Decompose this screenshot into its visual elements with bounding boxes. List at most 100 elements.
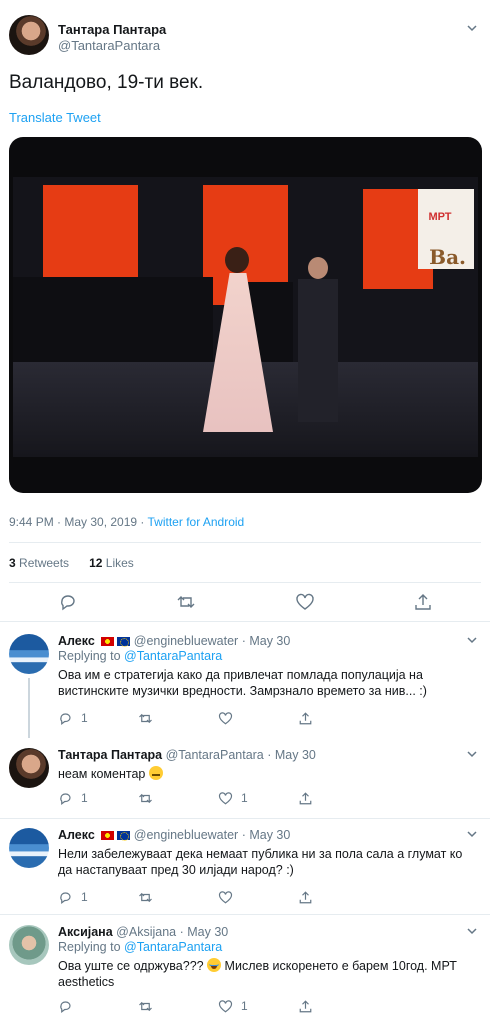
channel-logo: МРТ Ва.	[418, 189, 474, 269]
reply-author-name[interactable]: Аксијана	[58, 925, 113, 939]
thread-line	[28, 678, 30, 738]
reply-icon[interactable]	[58, 592, 78, 612]
translate-tweet-link[interactable]: Translate Tweet	[9, 110, 101, 125]
neutral-face-emoji-icon	[148, 766, 163, 780]
tweet-action-bar	[0, 592, 490, 614]
reply-author-handle[interactable]: @Aksijana	[116, 925, 176, 939]
tweet-text: Валандово, 19-ти век.	[9, 72, 204, 93]
reply-author-handle[interactable]: @TantaraPantara	[166, 748, 264, 762]
tweet-stats: 3 Retweets 12 Likes	[9, 556, 134, 570]
reply-date[interactable]: · May 30	[267, 748, 316, 762]
reply-text: Ова уште се одржува??? Мислев искоренето…	[58, 958, 457, 989]
reply-date[interactable]: · May 30	[242, 634, 291, 648]
reply-actions: 1	[58, 710, 358, 726]
reply-date[interactable]: · May 30	[180, 925, 229, 939]
share-icon	[299, 890, 312, 903]
tweet-header: Тантара Пантара @TantaraPantara	[0, 0, 490, 60]
divider	[9, 542, 481, 543]
reply-icon	[60, 712, 71, 725]
reply-icon	[60, 792, 71, 805]
reply-author-name[interactable]: Алекс	[58, 828, 95, 842]
chevron-down-icon[interactable]	[466, 925, 478, 937]
retweet-icon	[139, 793, 152, 803]
reply-actions: 1	[58, 889, 358, 905]
like-button[interactable]	[218, 710, 233, 726]
reply-author-line: Тантара Пантара @TantaraPantara · May 30	[58, 748, 316, 762]
share-icon	[299, 711, 312, 724]
eu-flag-icon	[117, 831, 131, 841]
mention-link[interactable]: @TantaraPantara	[124, 940, 222, 954]
tears-of-joy-emoji-icon	[207, 958, 222, 972]
like-icon	[218, 890, 233, 903]
share-button[interactable]	[298, 710, 313, 726]
chevron-down-icon[interactable]	[466, 748, 478, 760]
reply-tweet[interactable]: Алекс @enginebluewater · May 30 Нели заб…	[0, 828, 490, 910]
replying-to: Replying to @TantaraPantara	[58, 649, 223, 663]
tweet-photo[interactable]: МРТ Ва.	[9, 137, 482, 493]
reply-author-name[interactable]: Тантара Пантара	[58, 748, 162, 762]
tv-screen-image: МРТ Ва.	[13, 177, 478, 457]
reply-author-line: Аксијана @Aksijana · May 30	[58, 925, 228, 939]
reply-button[interactable]: 1	[58, 790, 88, 806]
reply-icon	[60, 1000, 71, 1013]
likes-stat[interactable]: 12 Likes	[89, 556, 134, 570]
avatar[interactable]	[9, 15, 49, 55]
reply-button[interactable]: 1	[58, 889, 88, 905]
like-button[interactable]: 1	[218, 998, 248, 1014]
reply-author-line: Алекс @enginebluewater · May 30	[58, 634, 290, 648]
eu-flag-icon	[117, 637, 131, 647]
retweet-button[interactable]	[138, 998, 153, 1014]
share-button[interactable]	[298, 790, 313, 806]
like-icon	[218, 711, 233, 724]
like-icon	[218, 791, 233, 804]
like-button[interactable]: 1	[218, 790, 248, 806]
like-button[interactable]	[218, 889, 233, 905]
share-button[interactable]	[298, 998, 313, 1014]
retweet-icon	[139, 1001, 152, 1011]
like-icon[interactable]	[295, 592, 315, 612]
reply-tweet[interactable]: Алекс @enginebluewater · May 30 Replying…	[0, 634, 490, 738]
reply-tweet[interactable]: Тантара Пантара @TantaraPantara · May 30…	[0, 748, 490, 808]
reply-text: неам коментар	[58, 766, 478, 782]
replying-to: Replying to @TantaraPantara	[58, 940, 223, 954]
retweet-button[interactable]	[138, 889, 153, 905]
retweet-button[interactable]	[138, 790, 153, 806]
retweet-icon[interactable]	[176, 592, 196, 612]
reply-text: Ова им е стратегија како да привлечат по…	[58, 668, 427, 698]
reply-icon	[60, 891, 71, 904]
share-button[interactable]	[298, 889, 313, 905]
reply-author-handle[interactable]: @enginebluewater	[134, 828, 238, 842]
author-handle[interactable]: @TantaraPantara	[58, 38, 160, 53]
reply-author-name[interactable]: Алекс	[58, 634, 95, 648]
tweet-source-link[interactable]: Twitter for Android	[148, 515, 245, 529]
divider	[0, 914, 490, 915]
reply-button[interactable]: 1	[58, 710, 88, 726]
avatar[interactable]	[9, 634, 49, 674]
author-name[interactable]: Тантара Пантара	[58, 22, 166, 37]
chevron-down-icon[interactable]	[466, 634, 478, 646]
mk-flag-icon	[101, 637, 115, 646]
chevron-down-icon[interactable]	[466, 828, 478, 840]
mk-flag-icon	[101, 831, 115, 840]
divider	[0, 621, 490, 622]
retweets-stat[interactable]: 3 Retweets	[9, 556, 69, 570]
retweet-icon	[139, 892, 152, 902]
reply-tweet[interactable]: Аксијана @Aksijana · May 30 Replying to …	[0, 925, 490, 1024]
chevron-down-icon[interactable]	[466, 22, 478, 34]
retweet-button[interactable]	[138, 710, 153, 726]
reply-author-handle[interactable]: @enginebluewater	[134, 634, 238, 648]
share-icon	[299, 791, 312, 804]
share-icon[interactable]	[413, 592, 433, 612]
divider	[9, 582, 481, 583]
reply-button[interactable]	[58, 998, 81, 1014]
avatar[interactable]	[9, 748, 49, 788]
like-icon	[218, 999, 233, 1012]
reply-actions: 1 1	[58, 790, 358, 806]
reply-text: Нели забележуваат дека немаат публика ни…	[58, 847, 463, 877]
avatar[interactable]	[9, 925, 49, 965]
divider	[0, 818, 490, 819]
avatar[interactable]	[9, 828, 49, 868]
reply-author-line: Алекс @enginebluewater · May 30	[58, 828, 290, 842]
mention-link[interactable]: @TantaraPantara	[124, 649, 222, 663]
reply-date[interactable]: · May 30	[242, 828, 291, 842]
